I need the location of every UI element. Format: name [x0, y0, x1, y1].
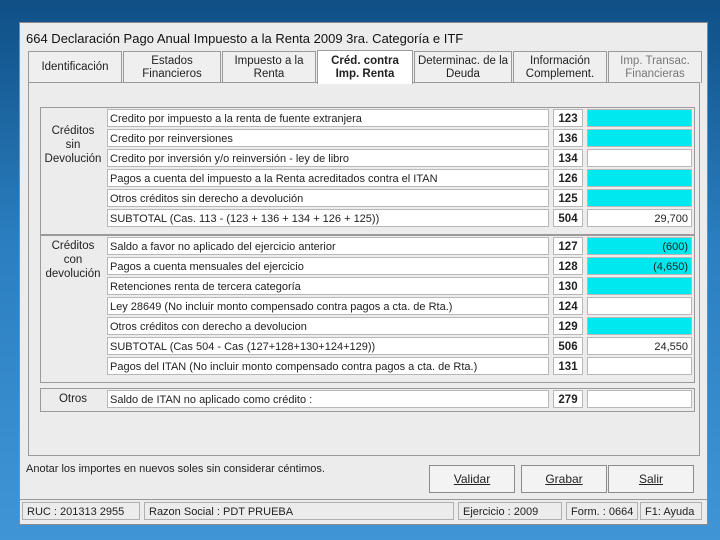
table-row: Saldo de ITAN no aplicado como crédito :…: [107, 390, 692, 409]
tab-imp-transac-financieras[interactable]: Imp. Transac. Financieras: [608, 51, 702, 83]
value-field[interactable]: [587, 189, 692, 207]
value-field[interactable]: (4,650): [587, 257, 692, 275]
table-row: Otros créditos sin derecho a devolución …: [107, 189, 692, 208]
tab-panel: Créditos sin Devolución Credito por impu…: [28, 82, 700, 456]
row-code: 128: [553, 257, 583, 275]
tab-identificacion[interactable]: Identificación: [28, 51, 122, 83]
group-label: Créditos con devolución: [45, 240, 101, 280]
subtotal-value: 29,700: [587, 209, 692, 227]
subtotal-value: 24,550: [587, 337, 692, 355]
declaration-window: 664 Declaración Pago Anual Impuesto a la…: [19, 22, 708, 525]
row-description: Credito por inversión y/o reinversión - …: [107, 149, 549, 167]
row-code: 129: [553, 317, 583, 335]
table-row: SUBTOTAL (Cas. 113 - (123 + 136 + 134 + …: [107, 209, 692, 228]
row-code: 123: [553, 109, 583, 127]
table-row: SUBTOTAL (Cas 504 - Cas (127+128+130+124…: [107, 337, 692, 356]
row-description: Ley 28649 (No incluir monto compensado c…: [107, 297, 549, 315]
grabar-button[interactable]: Grabar: [521, 465, 607, 493]
table-row: Pagos a cuenta del impuesto a la Renta a…: [107, 169, 692, 188]
table-row: Pagos del ITAN (No incluir monto compens…: [107, 357, 692, 376]
row-code: 125: [553, 189, 583, 207]
row-description: Saldo a favor no aplicado del ejercicio …: [107, 237, 549, 255]
value-field[interactable]: [587, 129, 692, 147]
group-creditos-sin-devolucion: Créditos sin Devolución Credito por impu…: [40, 107, 695, 235]
value-field[interactable]: (600): [587, 237, 692, 255]
group-otros: Otros Saldo de ITAN no aplicado como cré…: [40, 388, 695, 412]
group-label: Créditos sin Devolución: [44, 125, 102, 165]
table-row: Retenciones renta de tercera categoría 1…: [107, 277, 692, 296]
status-razon-social: Razon Social : PDT PRUEBA: [144, 502, 454, 520]
status-bar: RUC : 201313 2955 Razon Social : PDT PRU…: [20, 499, 707, 522]
row-description: SUBTOTAL (Cas 504 - Cas (127+128+130+124…: [107, 337, 549, 355]
table-row: Credito por reinversiones 136: [107, 129, 692, 148]
row-description: Saldo de ITAN no aplicado como crédito :: [107, 390, 549, 408]
row-code: 124: [553, 297, 583, 315]
validar-button[interactable]: Validar: [429, 465, 515, 493]
value-field[interactable]: [587, 149, 692, 167]
row-code: 130: [553, 277, 583, 295]
value-field[interactable]: [587, 169, 692, 187]
table-row: Pagos a cuenta mensuales del ejercicio 1…: [107, 257, 692, 276]
row-description: SUBTOTAL (Cas. 113 - (123 + 136 + 134 + …: [107, 209, 549, 227]
salir-button[interactable]: Salir: [608, 465, 694, 493]
row-description: Credito por impuesto a la renta de fuent…: [107, 109, 549, 127]
value-field[interactable]: [587, 357, 692, 375]
table-row: Credito por inversión y/o reinversión - …: [107, 149, 692, 168]
row-description: Pagos del ITAN (No incluir monto compens…: [107, 357, 549, 375]
row-code: 134: [553, 149, 583, 167]
table-row: Saldo a favor no aplicado del ejercicio …: [107, 237, 692, 256]
status-form: Form. : 0664: [566, 502, 638, 520]
row-description: Pagos a cuenta mensuales del ejercicio: [107, 257, 549, 275]
row-description: Credito por reinversiones: [107, 129, 549, 147]
row-code: 131: [553, 357, 583, 375]
row-description: Pagos a cuenta del impuesto a la Renta a…: [107, 169, 549, 187]
value-field[interactable]: [587, 277, 692, 295]
status-ejercicio: Ejercicio : 2009: [458, 502, 562, 520]
row-code: 126: [553, 169, 583, 187]
table-row: Otros créditos con derecho a devolucion …: [107, 317, 692, 336]
row-code: 279: [553, 390, 583, 408]
status-ruc: RUC : 201313 2955: [22, 502, 140, 520]
tab-informacion-complement[interactable]: Información Complement.: [513, 51, 607, 83]
value-field[interactable]: [587, 109, 692, 127]
footer-note: Anotar los importes en nuevos soles sin …: [26, 463, 325, 475]
value-field[interactable]: [587, 297, 692, 315]
row-code: 136: [553, 129, 583, 147]
group-label: Otros: [58, 393, 88, 405]
value-field[interactable]: [587, 390, 692, 408]
tab-impuesto-renta[interactable]: Impuesto a la Renta: [222, 51, 316, 83]
row-description: Retenciones renta de tercera categoría: [107, 277, 549, 295]
group-creditos-con-devolucion: Créditos con devolución Saldo a favor no…: [40, 235, 695, 383]
row-description: Otros créditos con derecho a devolucion: [107, 317, 549, 335]
table-row: Ley 28649 (No incluir monto compensado c…: [107, 297, 692, 316]
tab-estados-financieros[interactable]: Estados Financieros: [123, 51, 221, 83]
tab-cred-contra-imp-renta[interactable]: Créd. contra Imp. Renta: [317, 50, 413, 84]
row-code: 504: [553, 209, 583, 227]
tab-determinac-deuda[interactable]: Determinac. de la Deuda: [414, 51, 512, 83]
row-code: 506: [553, 337, 583, 355]
value-field[interactable]: [587, 317, 692, 335]
window-title: 664 Declaración Pago Anual Impuesto a la…: [26, 31, 464, 46]
table-row: Credito por impuesto a la renta de fuent…: [107, 109, 692, 128]
row-description: Otros créditos sin derecho a devolución: [107, 189, 549, 207]
status-help: F1: Ayuda: [640, 502, 702, 520]
row-code: 127: [553, 237, 583, 255]
